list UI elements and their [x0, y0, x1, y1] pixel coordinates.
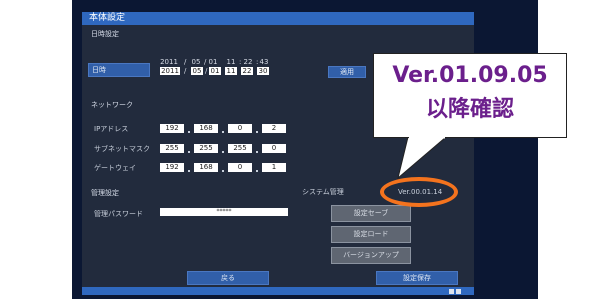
- callout-note-text: 以降確認: [425, 97, 514, 122]
- version-highlight-ellipse: [380, 177, 458, 207]
- callout-version-text: Ver.01.09.05: [392, 63, 548, 88]
